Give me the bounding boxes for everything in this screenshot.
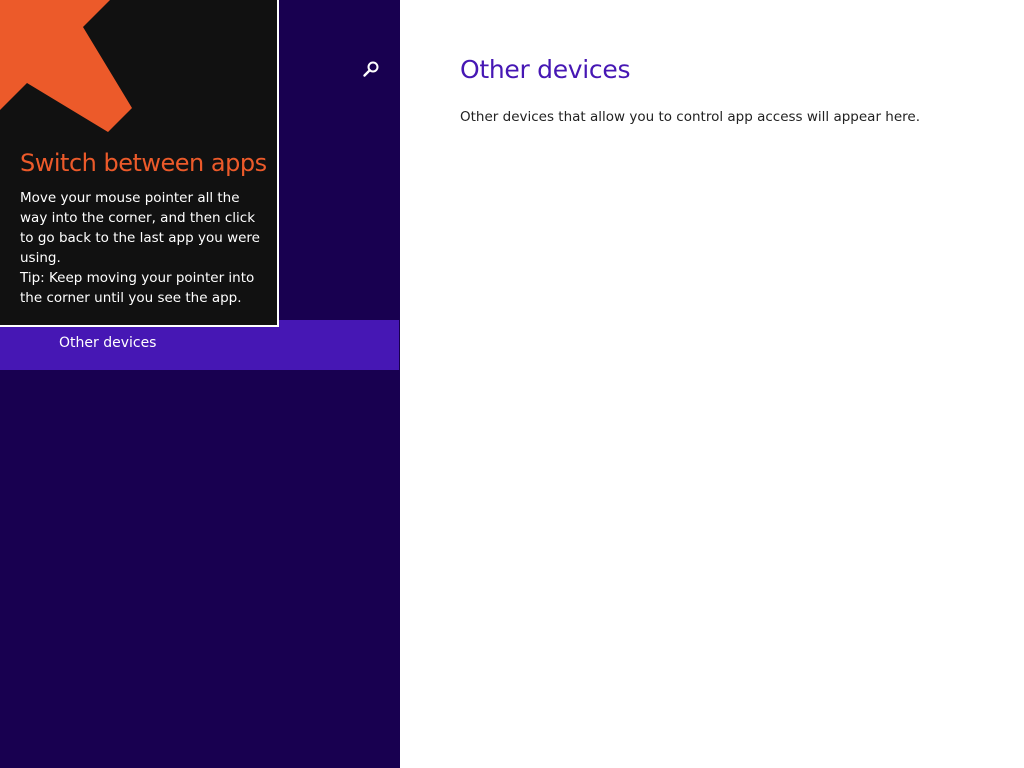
- sidebar-item-label: Other devices: [59, 335, 157, 351]
- arrow-up-left-icon: [0, 0, 132, 132]
- tip-title: Switch between apps: [20, 149, 267, 177]
- search-button[interactable]: [358, 56, 384, 82]
- tip-body: Move your mouse pointer all the way into…: [20, 188, 265, 308]
- sidebar-item-other-devices[interactable]: Other devices: [0, 320, 399, 370]
- tip-hint: Tip: Keep moving your pointer into the c…: [20, 270, 255, 306]
- search-icon: [363, 61, 379, 77]
- switch-apps-tip: Switch between apps Move your mouse poin…: [0, 0, 279, 327]
- main-content: Other devices Other devices that allow y…: [400, 0, 1024, 768]
- tip-instruction: Move your mouse pointer all the way into…: [20, 190, 260, 266]
- page-title: Other devices: [460, 55, 631, 84]
- page-description: Other devices that allow you to control …: [460, 109, 921, 125]
